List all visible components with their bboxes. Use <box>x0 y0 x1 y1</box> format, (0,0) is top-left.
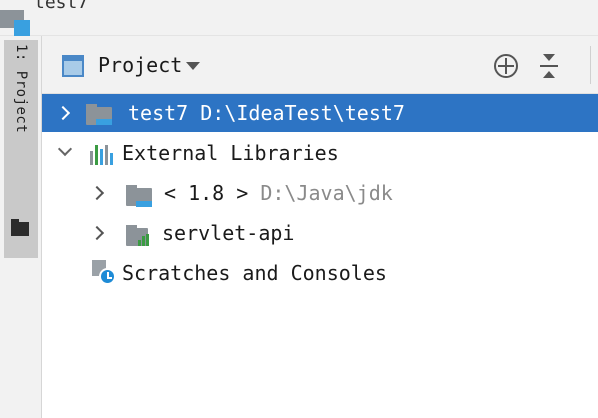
project-tool-tab-label: 1: Project <box>13 44 29 134</box>
tree-row-test7[interactable]: test7 D:\IdeaTest\test7 <box>42 94 598 132</box>
tree-row-servlet-api[interactable]: servlet-api <box>42 214 598 252</box>
title-bar: test7 <box>0 0 598 36</box>
chevron-right-icon[interactable] <box>55 105 71 121</box>
folder-icon <box>11 219 29 236</box>
tree-row-label: servlet-api <box>162 221 295 245</box>
tool-window-strip: 1: Project <box>0 36 42 418</box>
tree-row-path: D:\Java\jdk <box>260 181 393 205</box>
project-folder-icon <box>0 4 30 36</box>
jdk-folder-icon <box>126 185 152 207</box>
window-title: test7 <box>34 0 89 13</box>
project-toolbar: Project <box>42 36 598 94</box>
tree-row-label: < 1.8 > <box>164 181 249 205</box>
chevron-down-icon[interactable] <box>186 62 200 70</box>
module-folder-icon <box>86 104 112 125</box>
tree-row-label: External Libraries <box>122 141 339 165</box>
toolbar-divider <box>590 46 591 84</box>
tree-row-label: Scratches and Consoles <box>122 261 387 285</box>
scratches-icon <box>92 260 118 286</box>
project-view-icon <box>62 55 84 77</box>
project-tool-tab[interactable]: 1: Project <box>4 40 38 258</box>
libraries-icon <box>90 143 114 165</box>
tree-row-label: test7 <box>128 101 189 125</box>
tree-row-path: D:\IdeaTest\test7 <box>200 101 405 125</box>
chevron-right-icon[interactable] <box>89 225 105 241</box>
project-tree: test7 D:\IdeaTest\test7 External Librari… <box>42 94 598 418</box>
collapse-all-icon[interactable] <box>538 53 560 79</box>
locate-icon[interactable] <box>494 54 518 78</box>
chevron-right-icon[interactable] <box>89 185 105 201</box>
chevron-down-icon[interactable] <box>57 141 73 157</box>
tree-row-scratches[interactable]: Scratches and Consoles <box>42 254 598 292</box>
tree-row-jdk[interactable]: < 1.8 > D:\Java\jdk <box>42 174 598 212</box>
library-icon <box>126 225 149 246</box>
tree-row-external-libraries[interactable]: External Libraries <box>42 134 598 172</box>
view-selector-label[interactable]: Project <box>98 52 182 78</box>
